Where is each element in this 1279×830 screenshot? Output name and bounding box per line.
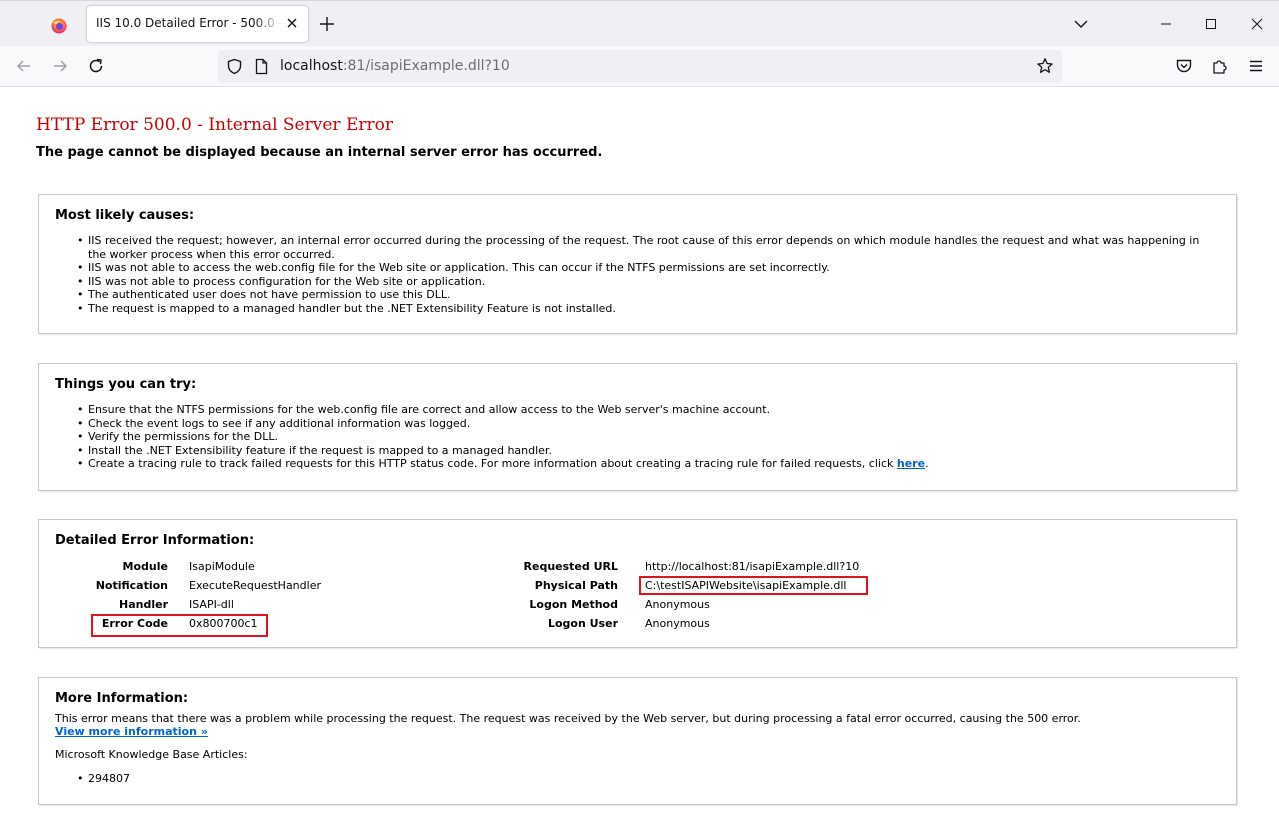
try-panel: Things you can try: Ensure that the NTFS… <box>38 363 1237 491</box>
menu-icon[interactable] <box>1247 57 1265 75</box>
shield-icon[interactable] <box>226 58 243 75</box>
url-text[interactable]: localhost:81/isapiExample.dll?10 <box>280 58 510 74</box>
tracing-rule-text: Create a tracing rule to track failed re… <box>88 457 897 470</box>
details-title: Detailed Error Information: <box>55 533 255 548</box>
page-content: HTTP Error 500.0 - Internal Server Error… <box>0 87 1279 830</box>
list-item: Create a tracing rule to track failed re… <box>77 457 1218 471</box>
try-list: Ensure that the NTFS permissions for the… <box>77 403 1218 471</box>
detail-value-module: IsapiModule <box>189 560 255 573</box>
plus-icon[interactable] <box>318 15 336 33</box>
detail-label-handler: Handler <box>119 598 168 611</box>
try-title: Things you can try: <box>55 377 197 392</box>
page-title: HTTP Error 500.0 - Internal Server Error <box>36 115 393 135</box>
page-subtitle: The page cannot be displayed because an … <box>36 145 603 160</box>
causes-title: Most likely causes: <box>55 208 195 223</box>
list-item: The request is mapped to a managed handl… <box>77 302 1218 316</box>
tab-bar: IIS 10.0 Detailed Error - 500.0 - Intern… <box>0 0 1279 46</box>
url-host: localhost <box>280 58 343 74</box>
detail-value-logon-method: Anonymous <box>645 598 710 611</box>
list-item: IIS received the request; however, an in… <box>77 234 1218 261</box>
kb-list: 294807 <box>77 772 1218 786</box>
kb-item[interactable]: 294807 <box>77 772 1218 786</box>
causes-panel: Most likely causes: IIS received the req… <box>38 194 1237 334</box>
detail-label-logon-user: Logon User <box>547 617 618 630</box>
list-item: IIS was not able to process configuratio… <box>77 275 1218 289</box>
extensions-icon[interactable] <box>1211 57 1229 75</box>
tab-active[interactable]: IIS 10.0 Detailed Error - 500.0 - Intern… <box>87 6 308 42</box>
firefox-icon[interactable] <box>44 11 74 41</box>
here-link[interactable]: here <box>897 457 925 470</box>
close-window-icon[interactable] <box>1249 16 1265 32</box>
detail-label-module: Module <box>122 560 168 573</box>
error-code-highlight <box>91 614 268 637</box>
detail-value-logon-user: Anonymous <box>645 617 710 630</box>
page-icon[interactable] <box>254 58 269 75</box>
list-item: IIS was not able to access the web.confi… <box>77 261 1218 275</box>
detail-value-handler: ISAPI-dll <box>189 598 234 611</box>
star-icon[interactable] <box>1036 57 1054 75</box>
forward-arrow-icon[interactable] <box>51 57 69 75</box>
url-bar[interactable]: localhost:81/isapiExample.dll?10 <box>218 50 1062 83</box>
reload-icon[interactable] <box>87 57 105 75</box>
list-item: Verify the permissions for the DLL. <box>77 430 1218 444</box>
close-icon[interactable] <box>284 15 300 31</box>
list-item: Install the .NET Extensibility feature i… <box>77 444 1218 458</box>
list-item: Ensure that the NTFS permissions for the… <box>77 403 1218 417</box>
minimize-icon[interactable] <box>1158 16 1174 32</box>
tab-title: IIS 10.0 Detailed Error - 500.0 - Intern… <box>96 16 282 30</box>
view-more-link[interactable]: View more information » <box>55 725 208 738</box>
url-path: :81/isapiExample.dll?10 <box>342 58 510 74</box>
detail-label-logon-method: Logon Method <box>529 598 618 611</box>
nav-toolbar: localhost:81/isapiExample.dll?10 <box>0 46 1279 87</box>
detail-value-requested-url: http://localhost:81/isapiExample.dll?10 <box>645 560 860 573</box>
more-info-text: This error means that there was a proble… <box>55 712 1081 725</box>
details-panel: Detailed Error Information: Module Isapi… <box>38 519 1237 648</box>
tracing-rule-end: . <box>925 457 929 470</box>
kb-label: Microsoft Knowledge Base Articles: <box>55 748 248 761</box>
more-info-title: More Information: <box>55 691 189 706</box>
chevron-down-icon[interactable] <box>1073 16 1089 32</box>
detail-label-notification: Notification <box>95 579 168 592</box>
pocket-icon[interactable] <box>1175 57 1193 75</box>
detail-value-notification: ExecuteRequestHandler <box>189 579 321 592</box>
list-item: Check the event logs to see if any addit… <box>77 417 1218 431</box>
detail-label-requested-url: Requested URL <box>523 560 618 573</box>
maximize-icon[interactable] <box>1203 16 1219 32</box>
back-arrow-icon[interactable] <box>15 57 33 75</box>
more-info-panel: More Information: This error means that … <box>38 677 1237 805</box>
list-item: The authenticated user does not have per… <box>77 288 1218 302</box>
detail-label-physical-path: Physical Path <box>534 579 618 592</box>
causes-list: IIS received the request; however, an in… <box>77 234 1218 316</box>
physical-path-highlight <box>639 576 868 595</box>
